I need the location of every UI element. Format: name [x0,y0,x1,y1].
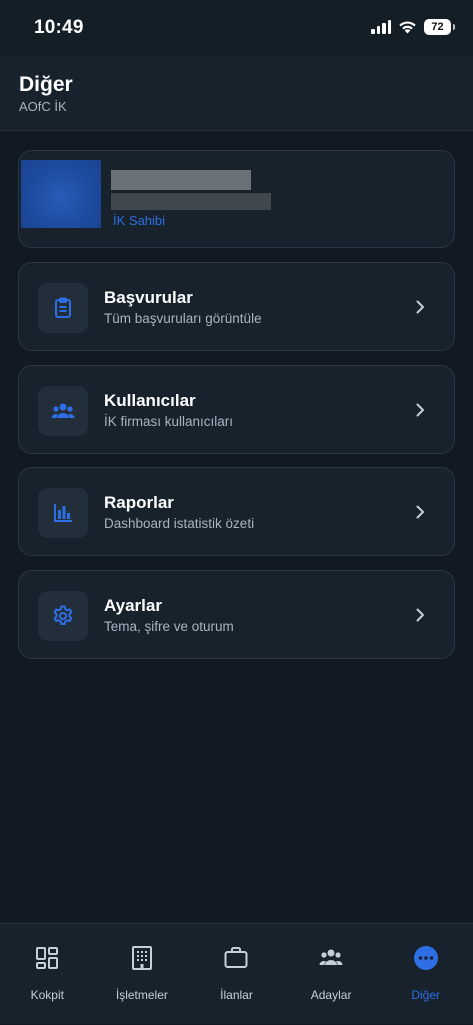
profile-role: İK Sahibi [113,213,166,228]
tab-kokpit[interactable]: Kokpit [0,924,95,1025]
users-icon [51,403,75,418]
status-bar: 10:49 72 [0,0,473,56]
tab-diger[interactable]: Diğer [378,924,473,1025]
redacted-name [111,170,251,190]
page-header: Diğer AOfC İK [0,56,473,131]
tab-ilanlar[interactable]: İlanlar [189,924,284,1025]
cellular-signal-icon [371,20,391,34]
tab-isletmeler[interactable]: İşletmeler [95,924,190,1025]
more-icon [413,946,438,970]
menu-icon-box [38,283,88,333]
bar-chart-icon [54,504,72,522]
menu-title: Raporlar [104,493,174,512]
menu-title: Ayarlar [104,596,162,615]
tab-label: İşletmeler [115,988,168,1002]
menu-title: Kullanıcılar [104,391,196,410]
page-title: Diğer [19,73,73,96]
battery-icon: 72 [424,19,455,35]
menu-item-kullanicilar[interactable]: Kullanıcılar İK firması kullanıcıları [18,365,455,454]
redacted-email [111,193,271,210]
profile-card[interactable]: İK Sahibi [18,150,455,248]
menu-item-ayarlar[interactable]: Ayarlar Tema, şifre ve oturum [18,570,455,659]
menu-icon-box [38,386,88,436]
chevron-right-icon [416,403,424,417]
tab-label: Kokpit [30,988,64,1002]
tab-label: İlanlar [220,988,253,1002]
tab-label: Diğer [411,988,441,1002]
menu-title: Başvurular [104,288,193,307]
menu-item-basvurular[interactable]: Başvurular Tüm başvuruları görüntüle [18,262,455,351]
status-icons: 72 [371,19,455,35]
people-icon [319,949,343,965]
tab-label: Adaylar [310,988,352,1002]
tab-adaylar[interactable]: Adaylar [284,924,379,1025]
briefcase-icon [224,947,248,968]
chevron-right-icon [416,505,424,519]
avatar [21,160,101,228]
menu-description: Tüm başvuruları görüntüle [104,311,262,326]
dashboard-icon [36,947,59,969]
chevron-right-icon [416,300,424,314]
menu-icon-box [38,488,88,538]
menu-description: Dashboard istatistik özeti [104,516,255,531]
bottom-tab-bar: Kokpit İşletmeler İlanlar Adaylar Diğer [0,923,473,1024]
menu-icon-box [38,591,88,641]
wifi-icon [399,21,416,34]
chevron-right-icon [416,608,424,622]
status-time: 10:49 [34,17,84,38]
clipboard-icon [55,297,71,318]
page-subtitle: AOfC İK [19,99,67,114]
menu-description: İK firması kullanıcıları [104,414,234,429]
gear-icon [53,605,73,625]
menu-description: Tema, şifre ve oturum [104,619,234,634]
building-icon [131,946,152,970]
menu-item-raporlar[interactable]: Raporlar Dashboard istatistik özeti [18,467,455,556]
